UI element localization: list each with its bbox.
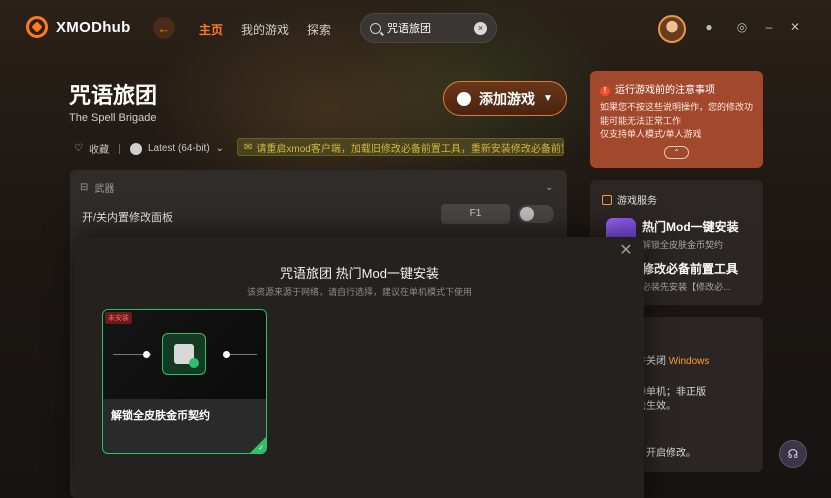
services-title: 游戏服务 bbox=[617, 196, 657, 207]
game-title: 咒语旅团 bbox=[69, 83, 158, 108]
option-label: 开/关内置修改面板 bbox=[82, 212, 174, 224]
weapon-icon: ⊟ bbox=[80, 182, 89, 193]
steam-icon bbox=[129, 142, 142, 155]
toggle-switch[interactable] bbox=[518, 205, 554, 223]
service-name: 修改必备前置工具 bbox=[642, 262, 739, 276]
gear-icon[interactable]: ◎ bbox=[735, 20, 749, 34]
caret-down-icon: ▼ bbox=[543, 93, 553, 104]
windows-label: Windows bbox=[668, 356, 710, 367]
arrow-left-icon: ← bbox=[157, 20, 171, 36]
mod-file-icon bbox=[162, 333, 206, 375]
avatar[interactable] bbox=[658, 15, 686, 43]
section-header[interactable]: ⊟ 武器 ⌄ bbox=[80, 180, 553, 195]
settings-icon[interactable]: ● bbox=[702, 20, 716, 34]
search-input[interactable] bbox=[387, 22, 467, 34]
nav-home[interactable]: 主页 bbox=[199, 21, 223, 38]
chat-icon: ✉ bbox=[244, 141, 253, 153]
clear-search-icon[interactable]: × bbox=[474, 21, 487, 35]
service-item-prereq-tool[interactable]: 修改必备前置工具 必装先安装【修改必... bbox=[642, 260, 738, 293]
modal-subtitle: 该资源来源于网络，请自行选择，建议在单机模式下使用 bbox=[246, 287, 472, 297]
warning-title-row: ! 运行游戏前的注意事项 bbox=[600, 83, 753, 98]
game-meta: ♡ 收藏 Latest (64-bit) ⌄ bbox=[74, 141, 224, 156]
services-header: 游戏服务 bbox=[602, 192, 751, 207]
hotkey-button[interactable]: F1 bbox=[441, 204, 510, 224]
search-bar[interactable]: × bbox=[360, 13, 497, 43]
app-logo[interactable]: XMODhub bbox=[26, 16, 131, 38]
warning-card: ! 运行游戏前的注意事项 如果您不按这些说明操作，您的修改功能可能无法正常工作 … bbox=[590, 71, 763, 168]
service-desc: 必装先安装【修改必... bbox=[642, 282, 731, 292]
modal-title: 咒语旅团 热门Mod一键安装 bbox=[280, 266, 439, 281]
close-icon[interactable]: ✕ bbox=[618, 243, 634, 259]
back-button[interactable]: ← bbox=[153, 17, 175, 39]
section-title: 武器 bbox=[94, 184, 115, 195]
alert-icon: ! bbox=[600, 85, 610, 96]
nav-my-games[interactable]: 我的游戏 bbox=[241, 21, 289, 38]
connector-node bbox=[143, 351, 150, 358]
warning-line1: 如果您不按这些说明操作，您的修改功能可能无法正常工作 bbox=[600, 102, 754, 126]
check-icon: ✓ bbox=[258, 445, 264, 452]
box-icon bbox=[602, 194, 612, 205]
version-select[interactable]: Latest (64-bit) bbox=[148, 143, 210, 154]
service-desc: 解锁全皮肤金币契约 bbox=[642, 240, 724, 250]
logo-icon bbox=[26, 16, 48, 38]
steam-icon bbox=[457, 91, 472, 106]
add-badge bbox=[189, 358, 199, 368]
main-nav: 主页 我的游戏 探索 bbox=[199, 21, 331, 38]
status-badge: 未安装 bbox=[105, 312, 132, 324]
connector-line bbox=[229, 354, 257, 355]
minimize-icon[interactable]: – bbox=[762, 20, 776, 34]
favorite-label[interactable]: 收藏 bbox=[89, 141, 109, 156]
game-subtitle: The Spell Brigade bbox=[69, 112, 157, 124]
headset-icon[interactable]: ☊ bbox=[779, 440, 807, 468]
warning-title: 运行游戏前的注意事项 bbox=[615, 85, 715, 96]
nav-explore[interactable]: 探索 bbox=[307, 21, 331, 38]
chevron-down-icon: ⌄ bbox=[545, 182, 554, 193]
mod-card[interactable]: 未安装 解锁全皮肤金币契约 ✓ bbox=[102, 309, 267, 454]
chevron-down-icon[interactable]: ⌄ bbox=[216, 143, 224, 154]
notice-banner[interactable]: ✉ 请重启xmod客户端，加载旧修改必备前置工具，重新安装修改必备前置 bbox=[237, 138, 564, 156]
connector-node bbox=[223, 351, 230, 358]
service-name: 热门Mod一键安装 bbox=[642, 220, 739, 234]
add-game-label: 添加游戏 bbox=[479, 90, 536, 107]
heart-icon[interactable]: ♡ bbox=[74, 143, 83, 154]
add-game-button[interactable]: 添加游戏 ▼ bbox=[443, 81, 567, 116]
divider bbox=[118, 143, 120, 154]
close-window-icon[interactable]: ✕ bbox=[788, 20, 802, 34]
app-name: XMODhub bbox=[56, 18, 131, 36]
search-icon bbox=[370, 22, 381, 34]
mod-name: 解锁全皮肤金币契约 bbox=[111, 410, 210, 422]
warning-line2: 仅支持单人模式/单人游戏 bbox=[600, 129, 702, 139]
collapse-button[interactable]: ⌃ bbox=[664, 146, 689, 159]
notice-text: 请重启xmod客户端，加载旧修改必备前置工具，重新安装修改必备前置 bbox=[256, 143, 564, 155]
